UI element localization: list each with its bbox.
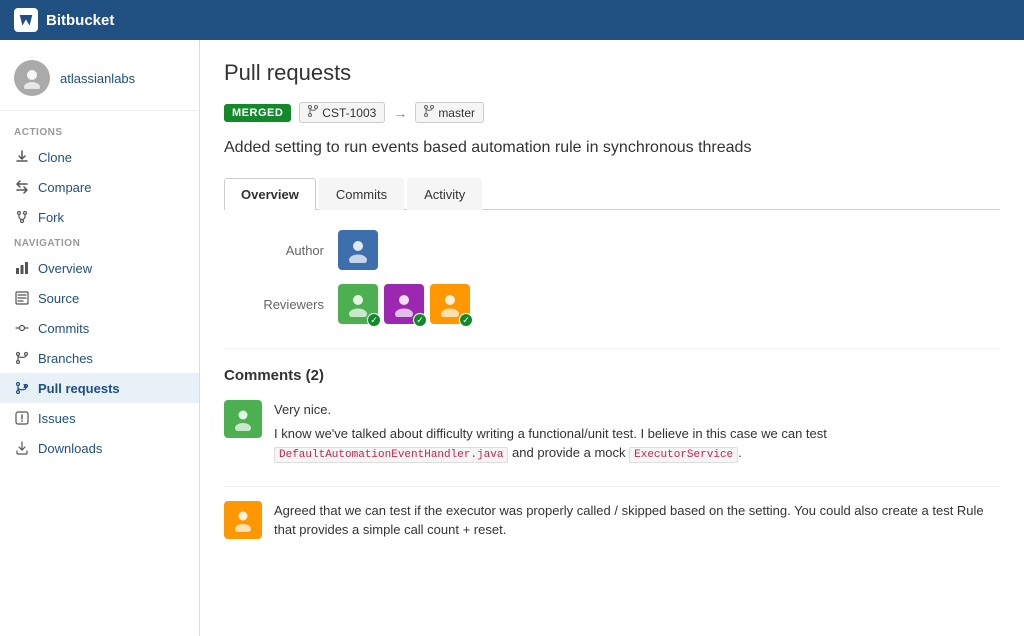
reviewers-value: ✓ ✓ bbox=[338, 284, 470, 324]
avatar bbox=[14, 60, 50, 96]
branches-label: Branches bbox=[38, 351, 93, 366]
app-layout: atlassianlabs ACTIONS Clone Compare bbox=[0, 40, 1024, 636]
pr-meta-row: MERGED CST-1003 → bbox=[224, 102, 1000, 123]
logo-icon bbox=[14, 8, 38, 32]
fork-icon bbox=[14, 209, 30, 225]
actions-label: ACTIONS bbox=[0, 121, 199, 142]
topbar: Bitbucket bbox=[0, 0, 1024, 40]
source-icon bbox=[14, 290, 30, 306]
issues-label: Issues bbox=[38, 411, 76, 426]
author-value bbox=[338, 230, 378, 270]
author-avatar bbox=[338, 230, 378, 270]
tabs: Overview Commits Activity bbox=[224, 177, 1000, 210]
compare-icon bbox=[14, 179, 30, 195]
author-avatar-img bbox=[338, 230, 378, 270]
reviewer-2: ✓ bbox=[384, 284, 424, 324]
pull-requests-label: Pull requests bbox=[38, 381, 120, 396]
reviewer-1: ✓ bbox=[338, 284, 378, 324]
sidebar-item-compare[interactable]: Compare bbox=[0, 172, 199, 202]
clone-label: Clone bbox=[38, 150, 72, 165]
comment-1-line-2: I know we've talked about difficulty wri… bbox=[274, 424, 1000, 464]
commits-label: Commits bbox=[38, 321, 89, 336]
page-title: Pull requests bbox=[224, 60, 1000, 86]
navigation-label: NAVIGATION bbox=[0, 232, 199, 253]
source-branch-tag[interactable]: CST-1003 bbox=[299, 102, 385, 123]
logo[interactable]: Bitbucket bbox=[14, 8, 114, 32]
reviewer-3-check: ✓ bbox=[459, 313, 473, 327]
author-label: Author bbox=[234, 243, 324, 258]
compare-label: Compare bbox=[38, 180, 91, 195]
sidebar-item-fork[interactable]: Fork bbox=[0, 202, 199, 232]
sidebar-item-branches[interactable]: Branches bbox=[0, 343, 199, 373]
comment-1-line-1: Very nice. bbox=[274, 400, 1000, 420]
main-content: Pull requests MERGED CST-1003 → bbox=[200, 40, 1024, 636]
code-1: DefaultAutomationEventHandler.java bbox=[274, 447, 508, 463]
comment-1: Very nice. I know we've talked about dif… bbox=[224, 400, 1000, 468]
reviewer-2-check: ✓ bbox=[413, 313, 427, 327]
sidebar: atlassianlabs ACTIONS Clone Compare bbox=[0, 40, 200, 636]
downloads-label: Downloads bbox=[38, 441, 102, 456]
fork-label: Fork bbox=[38, 210, 64, 225]
comment-1-body: Very nice. I know we've talked about dif… bbox=[274, 400, 1000, 468]
tab-commits[interactable]: Commits bbox=[319, 178, 404, 210]
overview-label: Overview bbox=[38, 261, 92, 276]
sidebar-item-commits[interactable]: Commits bbox=[0, 313, 199, 343]
sidebar-item-downloads[interactable]: Downloads bbox=[0, 433, 199, 463]
sidebar-item-source[interactable]: Source bbox=[0, 283, 199, 313]
branch-icon bbox=[308, 105, 318, 120]
reviewers-label: Reviewers bbox=[234, 297, 324, 312]
comment-divider bbox=[224, 486, 1000, 487]
branches-icon bbox=[14, 350, 30, 366]
sidebar-username[interactable]: atlassianlabs bbox=[60, 71, 135, 86]
tab-activity[interactable]: Activity bbox=[407, 178, 482, 210]
comment-1-avatar bbox=[224, 400, 262, 438]
reviewer-1-check: ✓ bbox=[367, 313, 381, 327]
sidebar-item-issues[interactable]: Issues bbox=[0, 403, 199, 433]
status-badge: MERGED bbox=[224, 104, 291, 122]
logo-text: Bitbucket bbox=[46, 12, 114, 29]
code-2: ExecutorService bbox=[629, 447, 738, 463]
comment-2-line-1: Agreed that we can test if the executor … bbox=[274, 501, 1000, 540]
sidebar-item-pull-requests[interactable]: Pull requests bbox=[0, 373, 199, 403]
issues-icon bbox=[14, 410, 30, 426]
comment-2: Agreed that we can test if the executor … bbox=[224, 501, 1000, 544]
reviewer-3: ✓ bbox=[430, 284, 470, 324]
pull-requests-icon bbox=[14, 380, 30, 396]
comment-2-body: Agreed that we can test if the executor … bbox=[274, 501, 1000, 544]
comment-2-avatar bbox=[224, 501, 262, 539]
source-branch-name: CST-1003 bbox=[322, 106, 376, 120]
author-row: Author bbox=[234, 230, 990, 270]
source-label: Source bbox=[38, 291, 79, 306]
arrow-icon: → bbox=[393, 105, 407, 121]
target-branch-icon bbox=[424, 105, 434, 120]
commits-icon bbox=[14, 320, 30, 336]
overview-content: Author Reviewers bbox=[224, 230, 1000, 324]
comments-title: Comments (2) bbox=[224, 367, 1000, 384]
clone-icon bbox=[14, 149, 30, 165]
tab-overview[interactable]: Overview bbox=[224, 178, 316, 210]
target-branch-tag[interactable]: master bbox=[415, 102, 484, 123]
comments-section: Comments (2) Very nice. I know we've tal… bbox=[224, 348, 1000, 544]
downloads-icon bbox=[14, 440, 30, 456]
sidebar-user: atlassianlabs bbox=[0, 54, 199, 111]
overview-icon bbox=[14, 260, 30, 276]
pr-description: Added setting to run events based automa… bbox=[224, 137, 1000, 159]
sidebar-item-clone[interactable]: Clone bbox=[0, 142, 199, 172]
target-branch-name: master bbox=[438, 106, 475, 120]
sidebar-item-overview[interactable]: Overview bbox=[0, 253, 199, 283]
reviewers-row: Reviewers ✓ bbox=[234, 284, 990, 324]
